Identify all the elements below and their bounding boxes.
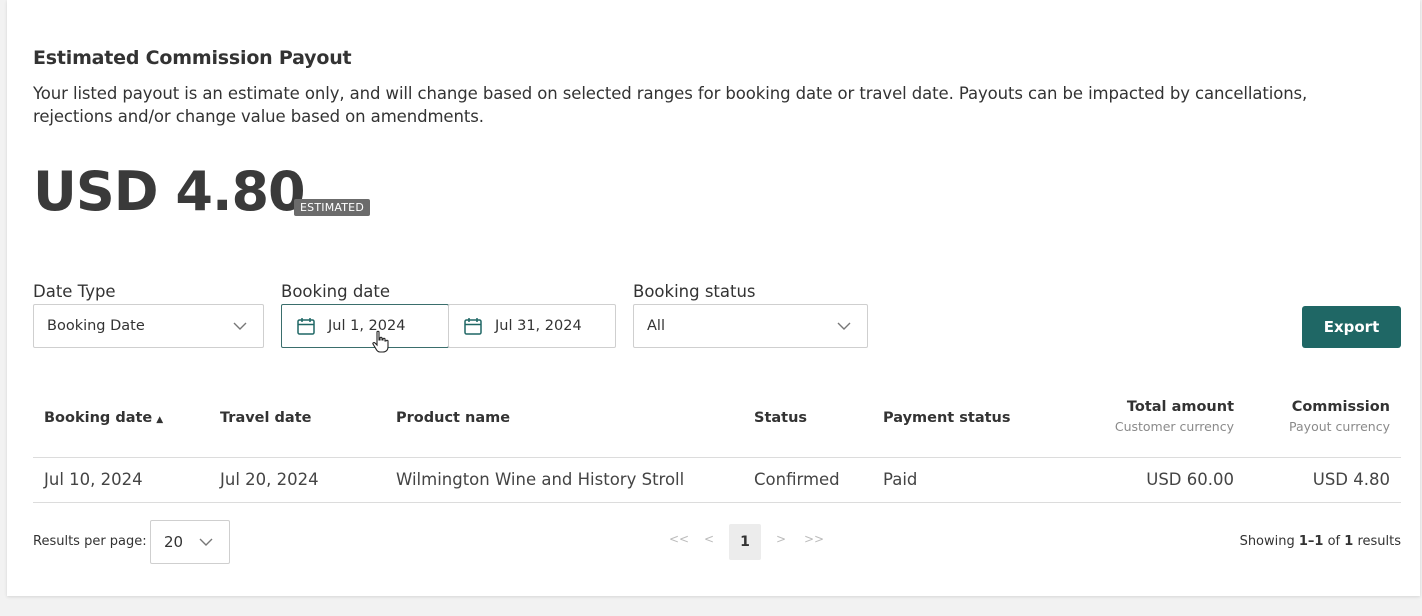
chevron-down-icon — [199, 538, 213, 546]
export-button[interactable]: Export — [1302, 306, 1401, 348]
next-page-button[interactable]: > — [776, 532, 786, 546]
page-button-current[interactable]: 1 — [729, 524, 761, 560]
column-header-sublabel: Customer currency — [1114, 419, 1234, 434]
results-summary-suffix: results — [1353, 534, 1401, 549]
results-summary-prefix: Showing — [1239, 534, 1299, 549]
date-type-label: Date Type — [33, 282, 116, 301]
calendar-icon — [297, 318, 315, 335]
cell-booking-date: Jul 10, 2024 — [44, 470, 143, 489]
booking-date-end-value: Jul 31, 2024 — [495, 318, 582, 334]
page-title: Estimated Commission Payout — [33, 47, 352, 69]
results-summary-range: 1–1 — [1298, 534, 1324, 549]
results-per-page-label: Results per page: — [33, 534, 147, 549]
column-header-label: Booking date — [44, 410, 153, 426]
booking-status-label: Booking status — [633, 282, 756, 301]
cell-commission: USD 4.80 — [1312, 470, 1390, 489]
cell-total-amount: USD 60.00 — [1146, 470, 1234, 489]
column-header-booking-date[interactable]: Booking date ▲ — [44, 410, 163, 426]
first-page-button[interactable]: << — [669, 532, 689, 546]
date-type-value: Booking Date — [47, 318, 145, 334]
sort-ascending-icon: ▲ — [156, 415, 164, 425]
estimated-badge: ESTIMATED — [294, 199, 370, 216]
date-type-select[interactable]: Booking Date — [33, 304, 264, 348]
column-header-travel-date: Travel date — [220, 410, 312, 426]
results-per-page-select[interactable]: 20 — [150, 520, 230, 564]
payout-description: Your listed payout is an estimate only, … — [33, 84, 1308, 126]
booking-date-start-input[interactable]: Jul 1, 2024 — [281, 304, 449, 348]
column-header-status: Status — [754, 410, 808, 426]
last-page-button[interactable]: >> — [804, 532, 824, 546]
chevron-down-icon — [837, 322, 851, 330]
payout-amount: USD 4.80 — [33, 160, 306, 223]
column-header-label: Total amount — [1126, 399, 1234, 415]
column-header-sublabel: Payout currency — [1289, 419, 1390, 434]
results-summary-of: of — [1323, 534, 1345, 549]
results-summary: Showing 1–1 of 1 results — [1240, 534, 1401, 549]
payout-card: Estimated Commission Payout Your listed … — [7, 0, 1420, 596]
column-header-payment-status: Payment status — [883, 410, 1011, 426]
column-header-total-amount: Total amount Customer currency — [1115, 399, 1234, 434]
cell-payment-status: Paid — [883, 470, 918, 489]
chevron-down-icon — [233, 322, 247, 330]
results-per-page-value: 20 — [164, 533, 184, 551]
divider — [33, 502, 1401, 503]
booking-date-label: Booking date — [281, 282, 391, 301]
column-header-product-name: Product name — [396, 410, 511, 426]
booking-status-value: All — [647, 318, 665, 334]
cell-product-name: Wilmington Wine and History Stroll — [396, 470, 685, 489]
column-header-commission: Commission Payout currency — [1289, 399, 1390, 434]
results-summary-total: 1 — [1344, 534, 1354, 549]
cell-status: Confirmed — [754, 470, 840, 489]
calendar-icon — [464, 318, 482, 335]
hand-pointer-icon — [372, 330, 389, 353]
previous-page-button[interactable]: < — [704, 532, 714, 546]
booking-date-end-input[interactable]: Jul 31, 2024 — [448, 304, 616, 348]
divider — [33, 457, 1401, 458]
column-header-label: Commission — [1291, 399, 1390, 415]
cell-travel-date: Jul 20, 2024 — [220, 470, 319, 489]
booking-status-select[interactable]: All — [633, 304, 868, 348]
